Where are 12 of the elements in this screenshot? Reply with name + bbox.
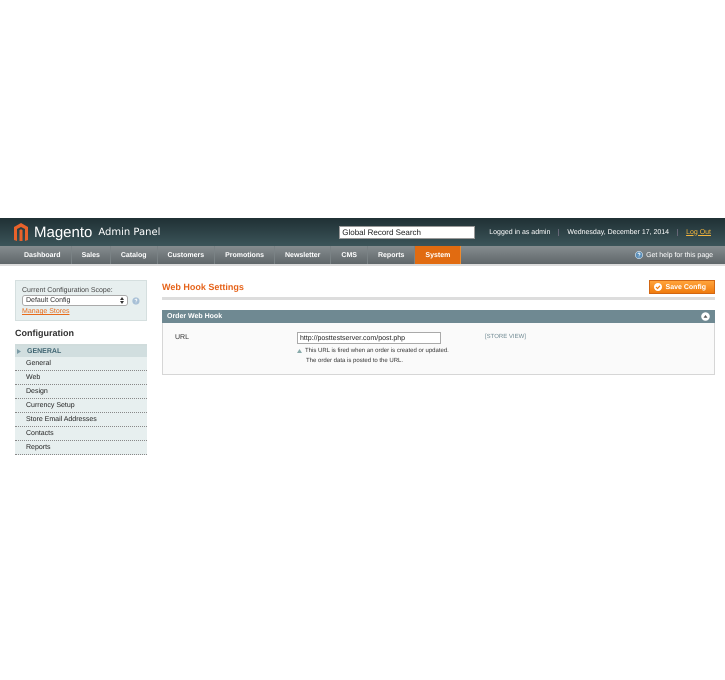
logo-text: Magento bbox=[34, 224, 92, 240]
search-field[interactable]: Global Record Search bbox=[339, 226, 476, 238]
check-icon bbox=[654, 283, 662, 291]
logo-icon bbox=[14, 223, 28, 241]
caret-icon bbox=[120, 297, 124, 304]
help-icon bbox=[132, 296, 140, 304]
logo-subtitle: Admin Panel bbox=[98, 226, 160, 238]
triangle-icon bbox=[297, 349, 302, 353]
arrow-icon bbox=[17, 349, 21, 354]
help-icon bbox=[635, 251, 644, 259]
collapse-icon[interactable] bbox=[701, 312, 710, 321]
page-title: Web Hook Settings bbox=[162, 282, 244, 292]
